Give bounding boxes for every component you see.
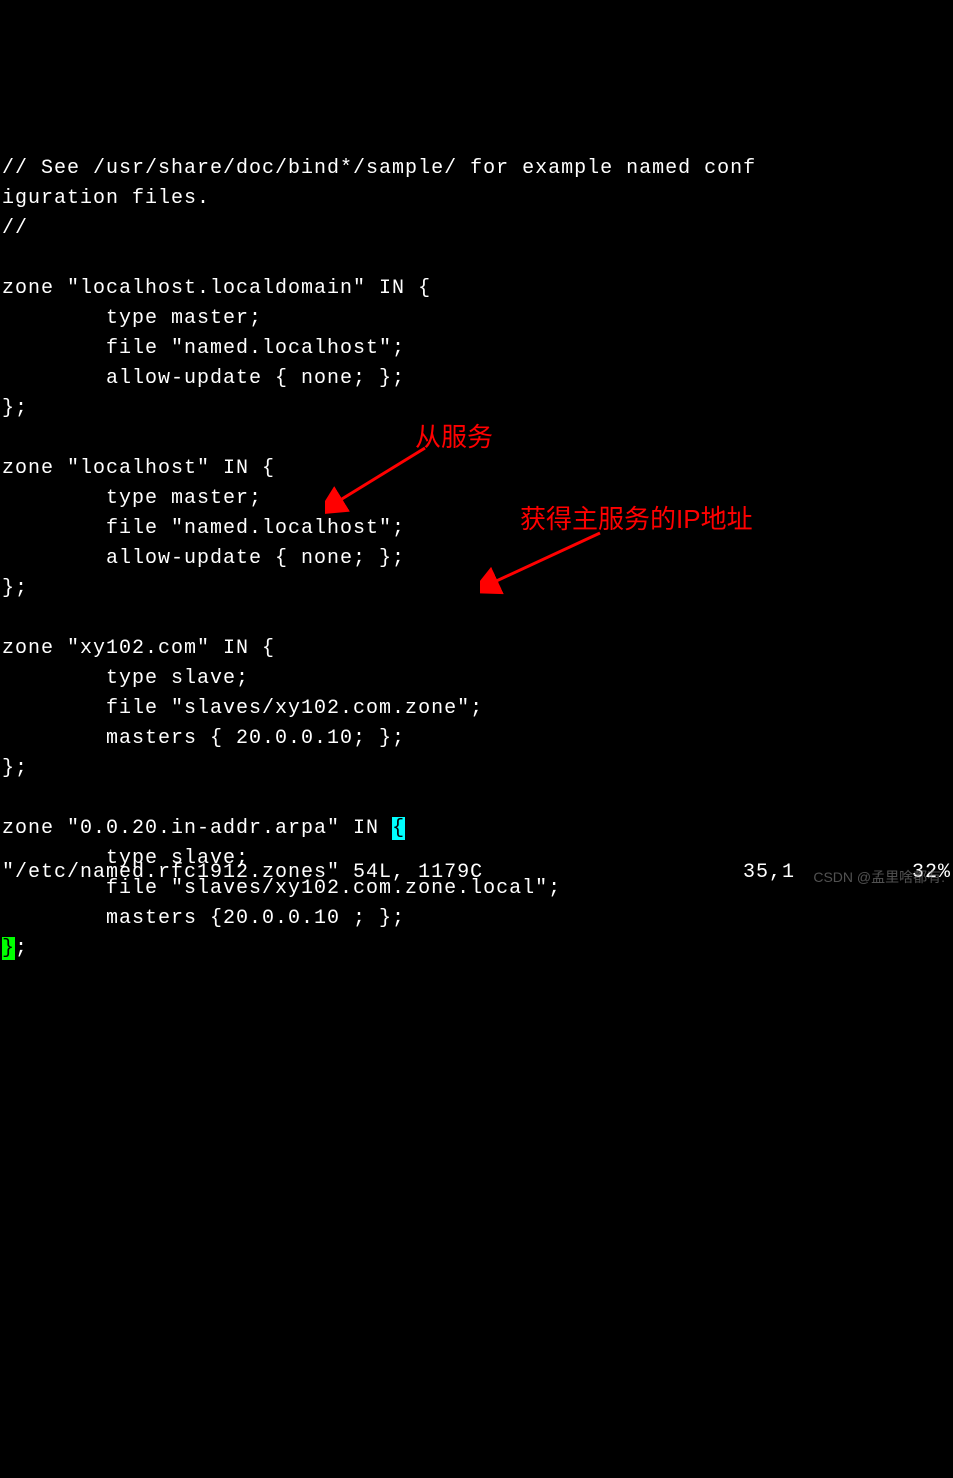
code-part: zone "0.0.20.in-addr.arpa" IN bbox=[2, 817, 392, 840]
annotation-slave-service: 从服务 bbox=[415, 418, 493, 457]
code-line bbox=[2, 244, 951, 274]
cursor-position: { bbox=[392, 817, 405, 840]
code-line: }; bbox=[2, 934, 951, 964]
code-line: file "slaves/xy102.com.zone"; bbox=[2, 694, 951, 724]
code-line: zone "localhost.localdomain" IN { bbox=[2, 274, 951, 304]
code-line: type slave; bbox=[2, 664, 951, 694]
code-line: type master; bbox=[2, 484, 951, 514]
code-line: masters { 20.0.0.10; }; bbox=[2, 724, 951, 754]
code-line: file "named.localhost"; bbox=[2, 514, 951, 544]
watermark-text: CSDN @孟里啥都有. bbox=[813, 867, 945, 888]
code-line: allow-update { none; }; bbox=[2, 544, 951, 574]
code-line: // bbox=[2, 214, 951, 244]
code-line: type master; bbox=[2, 304, 951, 334]
code-line: }; bbox=[2, 574, 951, 604]
code-line: zone "xy102.com" IN { bbox=[2, 634, 951, 664]
code-line: zone "0.0.20.in-addr.arpa" IN { bbox=[2, 814, 951, 844]
code-line bbox=[2, 604, 951, 634]
code-line: allow-update { none; }; bbox=[2, 364, 951, 394]
code-line: masters {20.0.0.10 ; }; bbox=[2, 904, 951, 934]
code-part: file "slaves/xy102.com.zone bbox=[2, 697, 457, 720]
code-part: " bbox=[457, 697, 470, 720]
code-line bbox=[2, 784, 951, 814]
status-file-info: "/etc/named.rfc1912.zones" 54L, 1179C bbox=[2, 858, 483, 888]
code-part: ; bbox=[15, 937, 28, 960]
code-line: zone "localhost" IN { bbox=[2, 454, 951, 484]
code-line: iguration files. bbox=[2, 184, 951, 214]
code-line: file "named.localhost"; bbox=[2, 334, 951, 364]
annotation-master-ip: 获得主服务的IP地址 bbox=[520, 500, 753, 539]
bracket-highlight: } bbox=[2, 937, 15, 960]
code-part: ; bbox=[470, 697, 483, 720]
code-line: }; bbox=[2, 754, 951, 784]
code-line: // See /usr/share/doc/bind*/sample/ for … bbox=[2, 154, 951, 184]
vim-status-bar: "/etc/named.rfc1912.zones" 54L, 1179C 35… bbox=[2, 858, 951, 888]
